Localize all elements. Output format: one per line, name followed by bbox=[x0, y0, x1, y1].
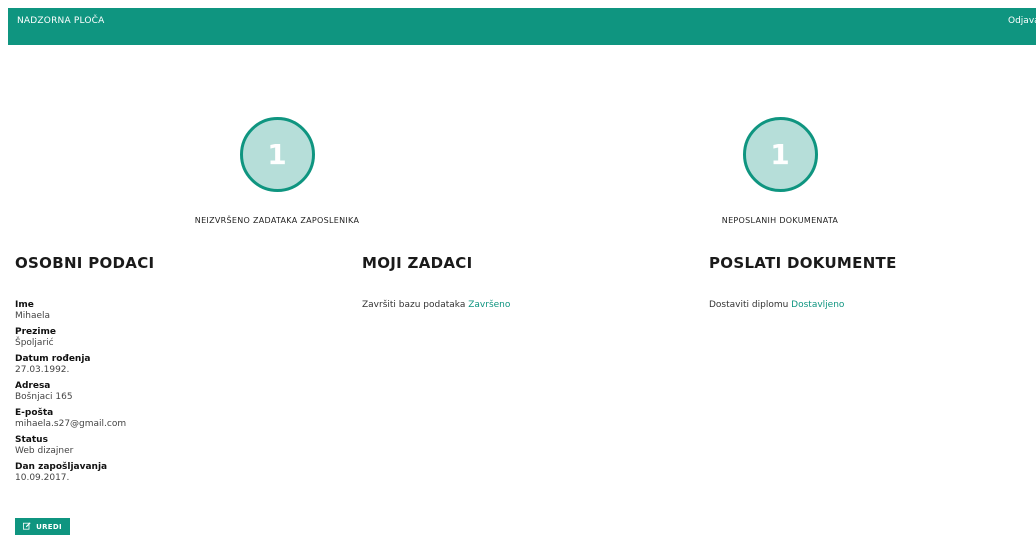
task-text: Završiti bazu podataka bbox=[362, 300, 466, 310]
field-label: E-pošta bbox=[15, 408, 54, 418]
field-status: Status Web dizajner bbox=[15, 435, 126, 457]
send-documents-heading: POSLATI DOKUMENTE bbox=[709, 254, 897, 272]
my-tasks-heading: MOJI ZADACI bbox=[362, 254, 473, 272]
field-value: mihaela.s27@gmail.com bbox=[15, 419, 127, 429]
unsent-documents-label: NEPOSLANIH DOKUMENATA bbox=[721, 216, 839, 225]
field-value: Web dizajner bbox=[15, 446, 74, 456]
task-status-link[interactable]: Završeno bbox=[468, 300, 510, 310]
field-label: Datum rođenja bbox=[15, 354, 91, 364]
personal-info-list: Ime Mihaela Prezime Špoljarić Datum rođe… bbox=[15, 300, 126, 489]
field-value: Bošnjaci 165 bbox=[15, 392, 73, 402]
edit-icon bbox=[23, 521, 31, 532]
unfinished-tasks-label: NEIZVRŠENO ZADATAKA ZAPOSLENIKA bbox=[194, 216, 360, 225]
personal-info-heading: OSOBNI PODACI bbox=[15, 254, 155, 272]
field-last-name: Prezime Špoljarić bbox=[15, 327, 126, 349]
unfinished-tasks-count: 1 bbox=[239, 117, 315, 192]
field-employment-date: Dan zapošljavanja 10.09.2017. bbox=[15, 462, 126, 484]
field-first-name: Ime Mihaela bbox=[15, 300, 126, 322]
field-value: 27.03.1992. bbox=[15, 365, 70, 375]
field-label: Adresa bbox=[15, 381, 51, 391]
edit-button-label: UREDI bbox=[36, 522, 62, 531]
field-address: Adresa Bošnjaci 165 bbox=[15, 381, 126, 403]
unfinished-tasks-stat: 1 NEIZVRŠENO ZADATAKA ZAPOSLENIKA bbox=[187, 117, 367, 225]
top-navbar: NADZORNA PLOČA Odjava bbox=[8, 8, 1036, 45]
document-status-link[interactable]: Dostavljeno bbox=[791, 300, 844, 310]
field-value: Špoljarić bbox=[15, 338, 54, 348]
unsent-documents-count: 1 bbox=[742, 117, 818, 192]
field-label: Prezime bbox=[15, 327, 56, 337]
field-email: E-pošta mihaela.s27@gmail.com bbox=[15, 408, 126, 430]
field-value: 10.09.2017. bbox=[15, 473, 70, 483]
field-birth-date: Datum rođenja 27.03.1992. bbox=[15, 354, 126, 376]
field-label: Status bbox=[15, 435, 48, 445]
edit-button[interactable]: UREDI bbox=[15, 518, 70, 535]
document-item: Dostaviti diplomu Dostavljeno bbox=[709, 300, 844, 310]
document-text: Dostaviti diplomu bbox=[709, 300, 789, 310]
logout-link[interactable]: Odjava bbox=[1008, 16, 1036, 26]
field-label: Dan zapošljavanja bbox=[15, 462, 108, 472]
task-item: Završiti bazu podataka Završeno bbox=[362, 300, 510, 310]
dashboard-title[interactable]: NADZORNA PLOČA bbox=[17, 16, 105, 26]
unsent-documents-stat: 1 NEPOSLANIH DOKUMENATA bbox=[690, 117, 870, 225]
field-value: Mihaela bbox=[15, 311, 51, 321]
field-label: Ime bbox=[15, 300, 34, 310]
